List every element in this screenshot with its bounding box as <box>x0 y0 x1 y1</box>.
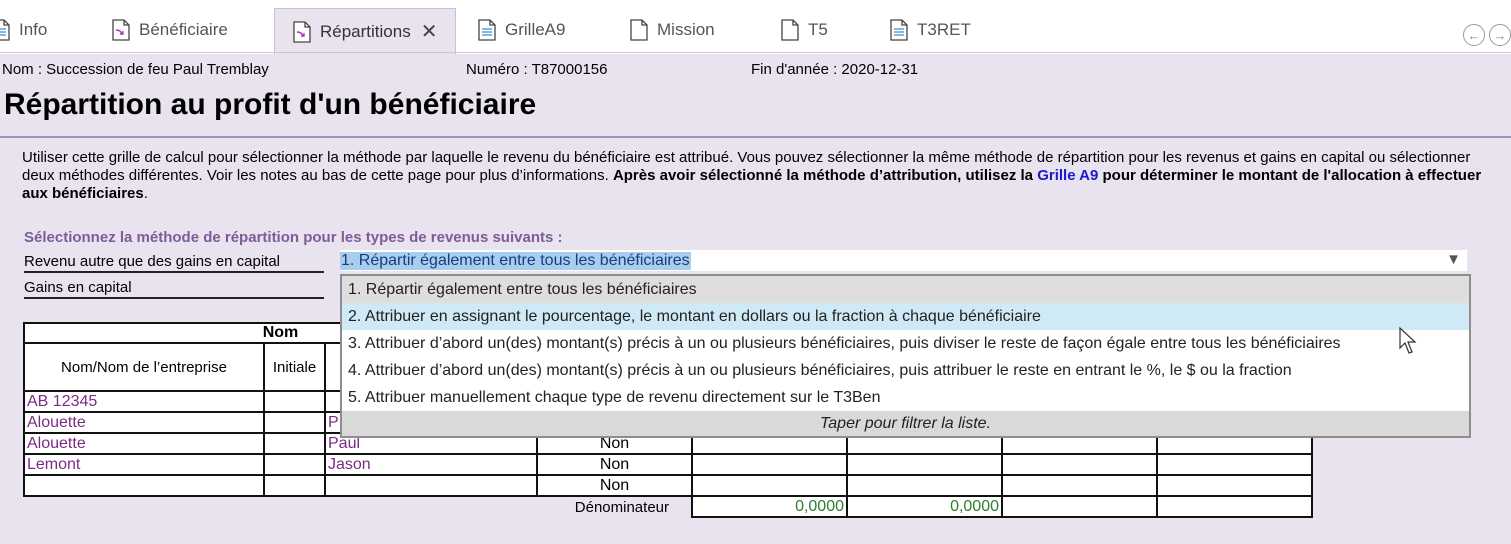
cell-initiale[interactable] <box>263 474 326 497</box>
tab-label: Mission <box>657 20 715 39</box>
tab-navigation: ← → <box>1463 24 1511 46</box>
tab-t3ret[interactable]: T3RET <box>890 8 971 52</box>
revenu-method-value: 1. Répartir également entre tous les bén… <box>340 251 691 270</box>
close-tab-icon[interactable]: ✕ <box>421 19 438 44</box>
dropdown-option[interactable]: 2. Attribuer en assignant le pourcentage… <box>342 303 1469 330</box>
denominateur-value <box>1001 495 1158 518</box>
document-lines-icon <box>890 19 908 41</box>
cell-value[interactable] <box>846 474 1003 497</box>
title-divider <box>0 136 1511 138</box>
dropdown-option[interactable]: 4. Attribuer d’abord un(des) montant(s) … <box>342 357 1469 384</box>
tab-beneficiaire[interactable]: Bénéficiaire <box>112 8 228 52</box>
cell-prenom[interactable]: Jason <box>324 453 538 476</box>
form-arrow-icon <box>293 20 311 43</box>
method-dropdown-list: 1. Répartir également entre tous les bén… <box>340 274 1471 438</box>
gains-label: Gains en capital <box>24 279 324 299</box>
dropdown-arrow-icon[interactable]: ▼ <box>1446 251 1461 268</box>
intro-paragraph: Utiliser cette grille de calcul pour sél… <box>22 149 1507 203</box>
cell-entreprise[interactable] <box>23 474 265 497</box>
document-icon <box>0 19 10 41</box>
cell-value[interactable] <box>1156 474 1313 497</box>
col-header-initiale: Initiale <box>263 342 326 392</box>
cell-value[interactable] <box>1001 474 1158 497</box>
tab-mission[interactable]: Mission <box>630 8 715 52</box>
forward-arrow-icon[interactable]: → <box>1489 24 1511 46</box>
dropdown-option[interactable]: 1. Répartir également entre tous les bén… <box>342 276 1469 303</box>
cell-entreprise[interactable]: Lemont <box>23 453 265 476</box>
document-icon <box>781 19 799 41</box>
dropdown-option[interactable]: 5. Attribuer manuellement chaque type de… <box>342 384 1469 411</box>
tab-label: Répartitions <box>320 21 411 41</box>
document-icon <box>630 19 648 41</box>
revenu-method-select[interactable]: 1. Répartir également entre tous les bén… <box>340 250 1467 271</box>
cell-initiale[interactable] <box>263 390 326 413</box>
tab-bar: Info Bénéficiaire Répartitions ✕ GrilleA… <box>0 0 1511 54</box>
cell-value[interactable] <box>691 453 848 476</box>
tab-bar-divider <box>0 52 1511 53</box>
denominateur-label: Dénominateur <box>574 498 669 516</box>
filter-hint: Taper pour filtrer la liste. <box>342 411 1469 436</box>
intro-bold-1: Après avoir sélectionné la méthode d’att… <box>612 167 1038 184</box>
cell-entreprise[interactable]: AB 12345 <box>23 390 265 413</box>
cell-prenom[interactable] <box>324 474 538 497</box>
grille-a9-link[interactable]: Grille A9 <box>1037 167 1098 184</box>
cell-value[interactable] <box>1156 453 1313 476</box>
cell-value[interactable] <box>846 453 1003 476</box>
account-number: Numéro : T87000156 <box>466 61 608 78</box>
mouse-cursor-icon <box>1399 327 1417 354</box>
tab-label: GrilleA9 <box>505 20 566 39</box>
table-row: Lemont Jason Non <box>23 453 1313 476</box>
year-end: Fin d'année : 2020-12-31 <box>751 61 919 78</box>
client-name: Nom : Succession de feu Paul Tremblay <box>2 61 269 78</box>
tab-label: T3RET <box>917 20 971 39</box>
document-lines-icon <box>478 19 496 41</box>
form-arrow-icon <box>112 19 130 41</box>
denominateur-row: Dénominateur 0,0000 0,0000 <box>24 495 1313 518</box>
cell-flag[interactable]: Non <box>536 474 693 497</box>
denominateur-value: 0,0000 <box>691 495 848 518</box>
cell-entreprise[interactable]: Alouette <box>23 432 265 455</box>
tab-info[interactable]: Info <box>0 8 47 52</box>
table-row: Non <box>23 474 1313 497</box>
tab-label: Info <box>19 20 48 39</box>
intro-end: . <box>143 185 148 202</box>
tab-label: T5 <box>808 20 828 39</box>
revenu-label: Revenu autre que des gains en capital <box>24 253 324 273</box>
back-arrow-icon[interactable]: ← <box>1463 24 1485 46</box>
cell-initiale[interactable] <box>263 453 326 476</box>
tab-label: Bénéficiaire <box>139 20 228 39</box>
section-label: Sélectionnez la méthode de répartition p… <box>24 229 563 246</box>
tab-t5[interactable]: T5 <box>781 8 828 52</box>
dropdown-option[interactable]: 3. Attribuer d’abord un(des) montant(s) … <box>342 330 1469 357</box>
cell-value[interactable] <box>691 474 848 497</box>
cell-initiale[interactable] <box>263 411 326 434</box>
cell-value[interactable] <box>1001 453 1158 476</box>
page-title: Répartition au profit d'un bénéficiaire <box>4 88 537 121</box>
cell-initiale[interactable] <box>263 432 326 455</box>
denominateur-value <box>1156 495 1313 518</box>
denominateur-value: 0,0000 <box>846 495 1003 518</box>
tab-repartitions[interactable]: Répartitions ✕ <box>274 8 456 54</box>
tab-grillea9[interactable]: GrilleA9 <box>478 8 565 52</box>
col-header-entreprise: Nom/Nom de l’entreprise <box>23 342 265 392</box>
cell-entreprise[interactable]: Alouette <box>23 411 265 434</box>
cell-flag[interactable]: Non <box>536 453 693 476</box>
